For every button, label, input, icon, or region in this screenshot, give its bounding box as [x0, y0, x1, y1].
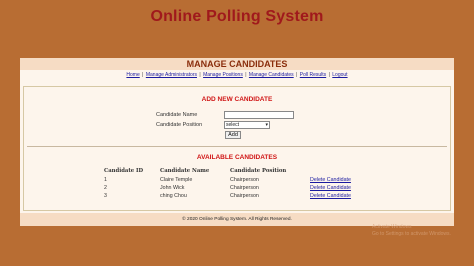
candidate-name-input[interactable]: [224, 111, 294, 119]
row-2-candidate-position: Chairperson: [230, 185, 259, 191]
page-heading: MANAGE CANDIDATES: [20, 58, 454, 70]
nav-manage-administrators-link[interactable]: Manage Administrators: [146, 72, 197, 78]
candidate-position-label: Candidate Position: [156, 122, 203, 128]
candidate-position-selected-value: select: [226, 122, 240, 128]
watermark-line-2: Go to Settings to activate Windows.: [372, 231, 451, 237]
available-candidates-title: AVAILABLE CANDIDATES: [196, 154, 278, 161]
nav-separator: |: [328, 72, 330, 78]
candidate-position-select[interactable]: select ▾: [224, 121, 270, 129]
nav-poll-results-link[interactable]: Poll Results: [300, 72, 326, 78]
chevron-down-icon: ▾: [265, 122, 268, 128]
activate-windows-watermark: Activate Windows Go to Settings to activ…: [372, 224, 451, 238]
nav-manage-positions-link[interactable]: Manage Positions: [203, 72, 243, 78]
add-candidate-title: ADD NEW CANDIDATE: [201, 96, 273, 103]
row-3-delete-candidate-link[interactable]: Delete Candidate: [310, 193, 351, 199]
row-1-candidate-name: Claire Temple: [160, 177, 193, 183]
nav-separator: |: [142, 72, 144, 78]
row-1-delete-candidate-link[interactable]: Delete Candidate: [310, 177, 351, 183]
add-candidate-button[interactable]: Add: [225, 131, 241, 139]
nav-home-link[interactable]: Home: [126, 72, 139, 78]
row-3-candidate-name: ching Chou: [160, 193, 187, 199]
row-2-delete-candidate-link[interactable]: Delete Candidate: [310, 185, 351, 191]
nav-bar: Home | Manage Administrators | Manage Po…: [20, 71, 454, 79]
nav-logout-link[interactable]: Logout: [332, 72, 347, 78]
nav-separator: |: [245, 72, 247, 78]
content-panel: ADD NEW CANDIDATE Candidate Name Candida…: [23, 86, 451, 211]
row-1-candidate-id: 1: [104, 177, 107, 183]
row-3-candidate-id: 3: [104, 193, 107, 199]
nav-separator: |: [296, 72, 298, 78]
row-1-delete-cell: Delete Candidate: [310, 177, 351, 183]
watermark-line-1: Activate Windows: [372, 224, 412, 230]
row-3-candidate-position: Chairperson: [230, 193, 259, 199]
main-container: MANAGE CANDIDATES Home | Manage Administ…: [20, 58, 454, 226]
row-3-delete-cell: Delete Candidate: [310, 193, 351, 199]
column-header-candidate-position: Candidate Position: [230, 168, 287, 174]
nav-separator: |: [199, 72, 201, 78]
site-title: Online Polling System: [150, 8, 324, 25]
row-2-delete-cell: Delete Candidate: [310, 185, 351, 191]
candidate-name-label: Candidate Name: [156, 112, 198, 118]
column-header-candidate-name: Candidate Name: [160, 168, 210, 174]
nav-manage-candidates-link[interactable]: Manage Candidates: [249, 72, 294, 78]
row-1-candidate-position: Chairperson: [230, 177, 259, 183]
row-2-candidate-id: 2: [104, 185, 107, 191]
column-header-candidate-id: Candidate ID: [104, 168, 144, 174]
section-divider: [27, 146, 447, 147]
row-2-candidate-name: John Wick: [160, 185, 185, 191]
